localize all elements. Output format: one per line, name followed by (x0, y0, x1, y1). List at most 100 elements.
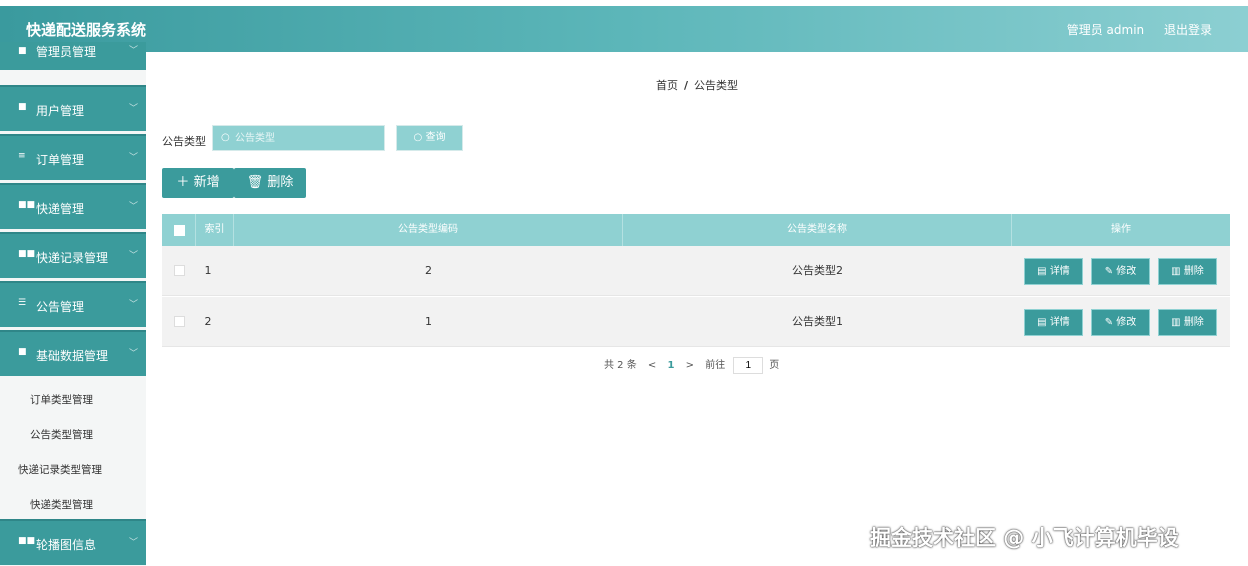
search-field[interactable]: ○ (212, 125, 385, 151)
admin-label: 管理员 admin (1066, 23, 1145, 37)
delete-button[interactable]: 🗑 删除 (234, 168, 306, 198)
cell-code: 2 (425, 264, 432, 277)
table-header: 索引 公告类型编码 公告类型名称 操作 (162, 214, 1230, 246)
user-icon: ■ (18, 46, 27, 56)
sidebar-item-express[interactable]: ■■ 快递管理 ﹀ (0, 183, 146, 229)
sidebar-item-label: 快递管理 (36, 202, 85, 216)
doc-icon: ▤ (1037, 266, 1050, 277)
chevron-down-icon: ﹀ (128, 300, 138, 310)
trash-icon: ▥ (1171, 266, 1184, 277)
chevron-down-icon: ﹀ (128, 46, 138, 56)
sidebar-item-label: 轮播图信息 (36, 538, 97, 552)
header-right: 管理员 admin 退出登录 (1051, 21, 1212, 38)
row-delete-label: 删除 (1183, 266, 1204, 277)
chevron-down-icon: ﹀ (128, 202, 138, 212)
sidebar-item-basic-data[interactable]: ■ 基础数据管理 ﹀ (0, 330, 146, 376)
cell-name: 公告类型1 (792, 315, 843, 328)
edit-button[interactable]: ✎ 修改 (1091, 258, 1150, 285)
submenu-express-record-type[interactable]: 快递记录类型管理 (18, 462, 102, 477)
search-label: 公告类型 (162, 135, 206, 148)
add-button[interactable]: ＋ 新增 (162, 168, 234, 198)
header-bar: 快递配送服务系统 管理员 admin 退出登录 (0, 6, 1248, 52)
grid-icon: ■■ (18, 249, 36, 259)
sidebar-item-admin[interactable]: ■ 管理员管理 ﹀ (0, 42, 146, 70)
query-button[interactable]: ○ 查询 (396, 125, 463, 151)
logout-link[interactable]: 退出登录 (1164, 23, 1212, 37)
detail-label: 详情 (1049, 266, 1070, 277)
chevron-down-icon: ﹀ (128, 538, 138, 548)
sidebar-item-label: 公告管理 (36, 300, 85, 314)
select-all-cell (162, 214, 196, 246)
trash-icon: 🗑 (246, 175, 268, 190)
breadcrumb: 首页 / 公告类型 (656, 77, 738, 93)
pagination: 共 2 条 < 1 > 前往 页 (604, 356, 787, 374)
list-icon: ≡ (18, 151, 26, 161)
detail-label: 详情 (1049, 317, 1070, 328)
col-code: 公告类型编码 (234, 214, 623, 246)
detail-button[interactable]: ▤ 详情 (1024, 258, 1083, 285)
search-input[interactable] (235, 130, 375, 146)
page-number[interactable]: 1 (668, 360, 675, 371)
sidebar-item-label: 订单管理 (36, 153, 85, 167)
breadcrumb-separator: / (684, 79, 689, 92)
query-label: 查询 (425, 132, 446, 143)
next-page-button[interactable]: > (686, 360, 694, 371)
sidebar-item-notices[interactable]: ☰ 公告管理 ﹀ (0, 281, 146, 327)
edit-label: 修改 (1116, 317, 1137, 328)
chevron-down-icon: ﹀ (128, 153, 138, 163)
submenu-notice-type[interactable]: 公告类型管理 (30, 427, 93, 442)
search-icon: ○ (221, 132, 230, 143)
doc-icon: ■ (18, 347, 27, 357)
sidebar-item-express-records[interactable]: ■■ 快递记录管理 ﹀ (0, 232, 146, 278)
breadcrumb-home[interactable]: 首页 (656, 79, 678, 92)
chevron-down-icon: ﹀ (128, 349, 138, 359)
doc-icon: ▤ (1037, 317, 1050, 328)
pencil-icon: ✎ (1104, 317, 1117, 328)
page-unit: 页 (769, 360, 780, 371)
notice-icon: ☰ (18, 298, 27, 308)
edit-label: 修改 (1116, 266, 1137, 277)
delete-label: 删除 (267, 175, 294, 190)
col-actions: 操作 (1111, 224, 1131, 235)
col-name: 公告类型名称 (623, 214, 1012, 246)
detail-button[interactable]: ▤ 详情 (1024, 309, 1083, 336)
trash-icon: ▥ (1171, 317, 1184, 328)
row-delete-button[interactable]: ▥ 删除 (1158, 258, 1217, 285)
row-checkbox[interactable] (174, 316, 185, 327)
select-all-checkbox[interactable] (174, 225, 185, 236)
goto-label: 前往 (705, 360, 726, 371)
prev-page-button[interactable]: < (648, 360, 656, 371)
sidebar-item-orders[interactable]: ≡ 订单管理 ﹀ (0, 134, 146, 180)
pencil-icon: ✎ (1104, 266, 1117, 277)
search-icon: ○ (413, 132, 426, 143)
cell-index: 2 (204, 315, 212, 328)
grid-icon: ■■ (18, 200, 36, 210)
goto-page-input[interactable] (733, 357, 764, 374)
total-count: 共 2 条 (604, 360, 637, 371)
sidebar-item-users[interactable]: ■ 用户管理 ﹀ (0, 85, 146, 131)
col-index: 索引 (196, 214, 234, 246)
cell-name: 公告类型2 (792, 264, 843, 277)
row-delete-label: 删除 (1183, 317, 1204, 328)
sidebar: ■ 管理员管理 ﹀ ■ 用户管理 ﹀ ≡ 订单管理 ﹀ ■■ 快递管理 ﹀ ■■… (0, 42, 146, 566)
chevron-down-icon: ﹀ (128, 251, 138, 261)
row-checkbox[interactable] (174, 265, 185, 276)
table-row: 1 2 公告类型2 ▤ 详情 ✎ 修改 ▥ 删除 (162, 246, 1230, 296)
submenu-order-type[interactable]: 订单类型管理 (30, 392, 93, 407)
plus-icon: ＋ (176, 175, 194, 190)
submenu-express-type[interactable]: 快递类型管理 (30, 497, 93, 512)
chevron-down-icon: ﹀ (128, 104, 138, 114)
table-row: 2 1 公告类型1 ▤ 详情 ✎ 修改 ▥ 删除 (162, 297, 1230, 347)
app-title: 快递配送服务系统 (26, 21, 147, 39)
cell-code: 1 (425, 315, 432, 328)
add-label: 新增 (193, 175, 220, 190)
sidebar-item-label: 快递记录管理 (36, 251, 109, 265)
sidebar-item-carousel[interactable]: ■■ 轮播图信息 ﹀ (0, 519, 146, 565)
sidebar-item-label: 管理员管理 (36, 45, 97, 59)
watermark: 掘金技术社区 @ 小飞计算机毕设 (870, 526, 1179, 550)
sidebar-item-label: 基础数据管理 (36, 349, 109, 363)
grid-icon: ■■ (18, 536, 36, 546)
edit-button[interactable]: ✎ 修改 (1091, 309, 1150, 336)
user-icon: ■ (18, 102, 27, 112)
row-delete-button[interactable]: ▥ 删除 (1158, 309, 1217, 336)
